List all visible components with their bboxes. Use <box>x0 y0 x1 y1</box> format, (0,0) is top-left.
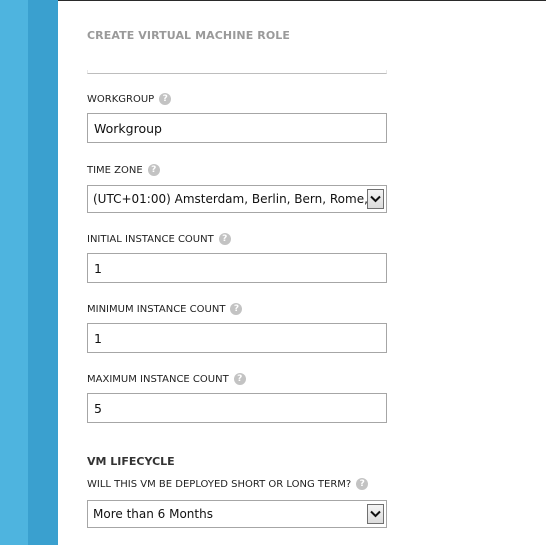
question-mark-icon[interactable]: ? <box>356 478 369 490</box>
side-rail <box>0 0 28 545</box>
maximum-instance-count-label: MAXIMUM INSTANCE COUNT ? <box>87 373 246 385</box>
time-zone-select[interactable]: (UTC+01:00) Amsterdam, Berlin, Bern, Rom… <box>87 185 387 213</box>
question-mark-icon[interactable]: ? <box>147 164 160 176</box>
minimum-instance-count-input[interactable]: 1 <box>87 323 387 353</box>
maximum-instance-count-label-text: MAXIMUM INSTANCE COUNT <box>87 373 229 385</box>
question-mark-icon[interactable]: ? <box>218 233 231 245</box>
top-divider <box>58 0 546 1</box>
chevron-down-icon[interactable] <box>367 504 384 524</box>
initial-instance-count-label-text: INITIAL INSTANCE COUNT <box>87 233 214 245</box>
initial-instance-count-label: INITIAL INSTANCE COUNT ? <box>87 233 231 245</box>
workgroup-input[interactable]: Workgroup <box>87 113 387 143</box>
vm-lifecycle-select[interactable]: More than 6 Months <box>87 500 387 528</box>
minimum-instance-count-label: MINIMUM INSTANCE COUNT ? <box>87 303 243 315</box>
vm-lifecycle-label-text: WILL THIS VM BE DEPLOYED SHORT OR LONG T… <box>87 478 352 490</box>
question-mark-icon[interactable]: ? <box>159 93 172 105</box>
chevron-down-icon[interactable] <box>367 189 384 209</box>
side-rail-inner <box>28 0 58 545</box>
vm-lifecycle-value: More than 6 Months <box>93 507 213 521</box>
initial-instance-count-input[interactable]: 1 <box>87 253 387 283</box>
previous-field[interactable] <box>87 70 387 74</box>
maximum-instance-count-input[interactable]: 5 <box>87 393 387 423</box>
minimum-instance-count-label-text: MINIMUM INSTANCE COUNT <box>87 303 226 315</box>
vm-lifecycle-label: WILL THIS VM BE DEPLOYED SHORT OR LONG T… <box>87 478 369 490</box>
question-mark-icon[interactable]: ? <box>233 373 246 385</box>
time-zone-value: (UTC+01:00) Amsterdam, Berlin, Bern, Rom… <box>93 192 367 206</box>
vm-lifecycle-heading: VM LIFECYCLE <box>87 455 175 468</box>
workgroup-label: WORKGROUP ? <box>87 93 172 105</box>
workgroup-label-text: WORKGROUP <box>87 93 155 105</box>
time-zone-label-text: TIME ZONE <box>87 164 143 176</box>
question-mark-icon[interactable]: ? <box>230 303 243 315</box>
dialog-title: CREATE VIRTUAL MACHINE ROLE <box>87 29 291 42</box>
dialog: CREATE VIRTUAL MACHINE ROLE WORKGROUP ? … <box>0 0 546 545</box>
time-zone-label: TIME ZONE ? <box>87 164 160 176</box>
